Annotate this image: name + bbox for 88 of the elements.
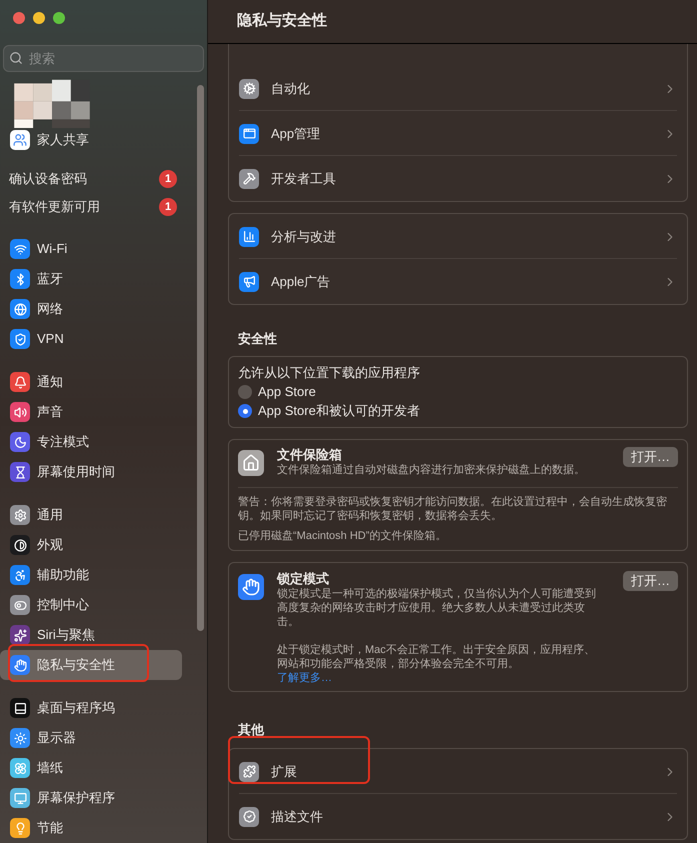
alert-item[interactable]: 有软件更新可用 1 (0, 193, 207, 221)
sidebar-item[interactable]: 专注模式 (0, 427, 182, 457)
sidebar-item[interactable]: 显示器 (0, 723, 182, 753)
item-label: Siri与聚焦 (37, 626, 95, 644)
item-label: 专注模式 (37, 433, 89, 452)
radio-option[interactable]: App Store和被认可的开发者 (238, 402, 678, 420)
item-label: 墙纸 (37, 759, 63, 778)
sidebar-item[interactable]: 屏幕保护程序 (0, 783, 182, 813)
sidebar-item[interactable]: VPN (0, 324, 182, 354)
section-heading: 其他 (238, 722, 266, 738)
close-button[interactable] (13, 12, 25, 24)
sidebar-item[interactable]: 隐私与安全性 (0, 650, 182, 680)
item-label: 有软件更新可用 (9, 198, 100, 216)
settings-row[interactable]: 分析与改进 (229, 214, 687, 259)
count-badge: 1 (159, 170, 177, 188)
sidebar-item[interactable]: Wi-Fi (0, 234, 182, 264)
sidebar-item[interactable]: 声音 (0, 397, 182, 427)
item-label: 外观 (37, 536, 63, 554)
count-badge: 1 (159, 198, 177, 216)
settings-row[interactable]: 自动化 (229, 66, 687, 111)
search-field[interactable]: 搜索 (3, 45, 204, 72)
sidebar-item[interactable]: 屏幕使用时间 (0, 457, 182, 487)
sidebar-item[interactable]: 蓝牙 (0, 264, 182, 294)
settings-row[interactable]: App管理 (229, 111, 687, 156)
settings-row[interactable]: 开发者工具 (229, 156, 687, 201)
item-label: 确认设备密码 (9, 170, 87, 188)
settings-row[interactable]: 扩展 (229, 749, 687, 794)
row-label: 分析与改进 (271, 228, 336, 246)
item-label: 蓝牙 (37, 270, 63, 288)
item-label: 通知 (37, 373, 63, 392)
item-label: 显示器 (37, 729, 76, 748)
sidebar-item[interactable]: 节能 (0, 813, 182, 843)
window-title: 隐私与安全性 (237, 11, 327, 32)
row-label: 描述文件 (271, 808, 323, 826)
row-label: Apple广告 (271, 272, 330, 291)
alert-item[interactable]: 确认设备密码 1 (0, 165, 207, 193)
sidebar-item[interactable]: 外观 (0, 530, 182, 560)
option-group-label: 允许从以下位置下载的应用程序 (238, 364, 421, 382)
status-text: 已停用磁盘“Macintosh HD”的文件保险箱。 (238, 529, 448, 543)
radio-button[interactable] (238, 404, 252, 418)
radio-button[interactable] (238, 385, 252, 399)
settings-row[interactable]: 描述文件 (229, 794, 687, 839)
item-label: 屏幕使用时间 (37, 463, 115, 482)
option-label: App Store (258, 383, 316, 401)
settings-row[interactable]: Apple广告 (229, 259, 687, 304)
sidebar-item[interactable]: Siri与聚焦 (0, 620, 182, 650)
row-label: 扩展 (271, 762, 297, 781)
feature-description: 文件保险箱通过自动对磁盘内容进行加密来保护磁盘上的数据。 (277, 463, 586, 477)
warning-text: 警告：你将需要登录密码或恢复密钥才能访问数据。在此设置过程中，会自动生成恢复密钥。如果同时忘记了密码和恢复密钥，数据将会丢失。 (238, 495, 668, 523)
feature-title: 文件保险箱 (277, 447, 343, 463)
learn-more-link[interactable]: 了解更多… (277, 671, 332, 685)
item-label: 通用 (37, 506, 63, 524)
sidebar-item[interactable]: 墙纸 (0, 753, 182, 783)
turn-on-button[interactable]: 打开… (623, 447, 678, 467)
sidebar-item[interactable]: 网络 (0, 294, 182, 324)
item-label: 辅助功能 (37, 566, 89, 584)
hand-icon (238, 574, 264, 600)
item-label: 隐私与安全性 (37, 656, 115, 674)
section-heading: 安全性 (238, 331, 278, 347)
sidebar-item[interactable]: 桌面与程序坞 (0, 693, 182, 723)
note-text: 处于锁定模式时，Mac不会正常工作。出于安全原因，应用程序、网站和功能会严格受限，部分体验会完全不可用。 (277, 643, 595, 671)
feature-description: 锁定模式是一种可选的极端保护模式，仅当你认为个人可能遭受到高度复杂的网络攻击时才应使用。绝大多数人从未遭受过此类攻击。 (277, 587, 597, 629)
option-label: App Store和被认可的开发者 (258, 402, 420, 420)
row-label: 自动化 (271, 80, 310, 98)
turn-on-button[interactable]: 打开… (623, 571, 678, 591)
item-label: 控制中心 (37, 596, 89, 614)
radio-option[interactable]: App Store (238, 383, 678, 401)
sidebar-item[interactable]: 通知 (0, 367, 182, 397)
family-sharing-item[interactable]: 家人共享 (0, 129, 207, 151)
row-label: App管理 (271, 124, 320, 143)
item-label: 声音 (37, 403, 63, 422)
sidebar-item[interactable]: 控制中心 (0, 590, 182, 620)
item-label: 节能 (37, 819, 63, 838)
house-icon (238, 450, 264, 476)
item-label: Wi-Fi (37, 240, 68, 258)
minimize-button[interactable] (33, 12, 45, 24)
row-label: 开发者工具 (271, 170, 336, 188)
zoom-button[interactable] (53, 12, 65, 24)
item-label: 家人共享 (37, 131, 89, 150)
family-icon (10, 130, 30, 150)
item-label: 屏幕保护程序 (37, 789, 115, 808)
item-label: 桌面与程序坞 (37, 699, 115, 718)
item-label: VPN (37, 330, 64, 348)
search-icon (9, 51, 23, 65)
item-label: 网络 (37, 300, 63, 318)
sidebar-item[interactable]: 通用 (0, 500, 182, 530)
feature-title: 锁定模式 (277, 571, 330, 587)
sidebar-item[interactable]: 辅助功能 (0, 560, 182, 590)
